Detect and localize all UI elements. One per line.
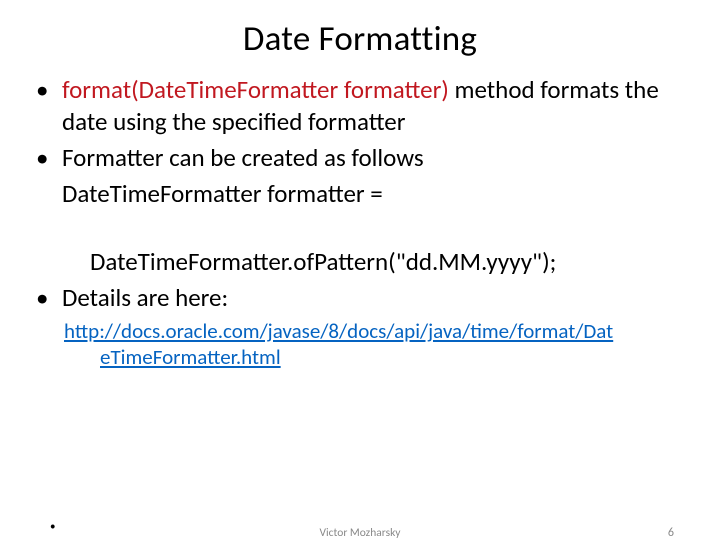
docs-link[interactable]: http://docs.oracle.com/javase/8/docs/api…	[64, 318, 686, 371]
link-block: http://docs.oracle.com/javase/8/docs/api…	[0, 318, 720, 371]
footer-author: Victor Mozharsky	[0, 526, 720, 540]
bullet-item-2: Formatter can be created as follows	[62, 142, 686, 174]
blank-line	[62, 214, 686, 246]
slide-title: Date Formatting	[0, 18, 720, 60]
code-line-1: DateTimeFormatter formatter =	[62, 178, 686, 210]
method-signature: format(DateTimeFormatter formatter)	[62, 74, 449, 105]
footer-page-number: 6	[668, 526, 674, 540]
link-line-1: http://docs.oracle.com/javase/8/docs/api…	[64, 318, 613, 344]
link-line-2: eTimeFormatter.html	[64, 344, 686, 370]
slide: Date Formatting format(DateTimeFormatter…	[0, 18, 720, 540]
bullet-item-3: Details are here:	[62, 282, 686, 314]
bullet-item-1: format(DateTimeFormatter formatter) meth…	[62, 74, 686, 138]
code-line-2: DateTimeFormatter.ofPattern("dd.MM.yyyy"…	[62, 246, 686, 278]
content-area: format(DateTimeFormatter formatter) meth…	[0, 74, 720, 314]
